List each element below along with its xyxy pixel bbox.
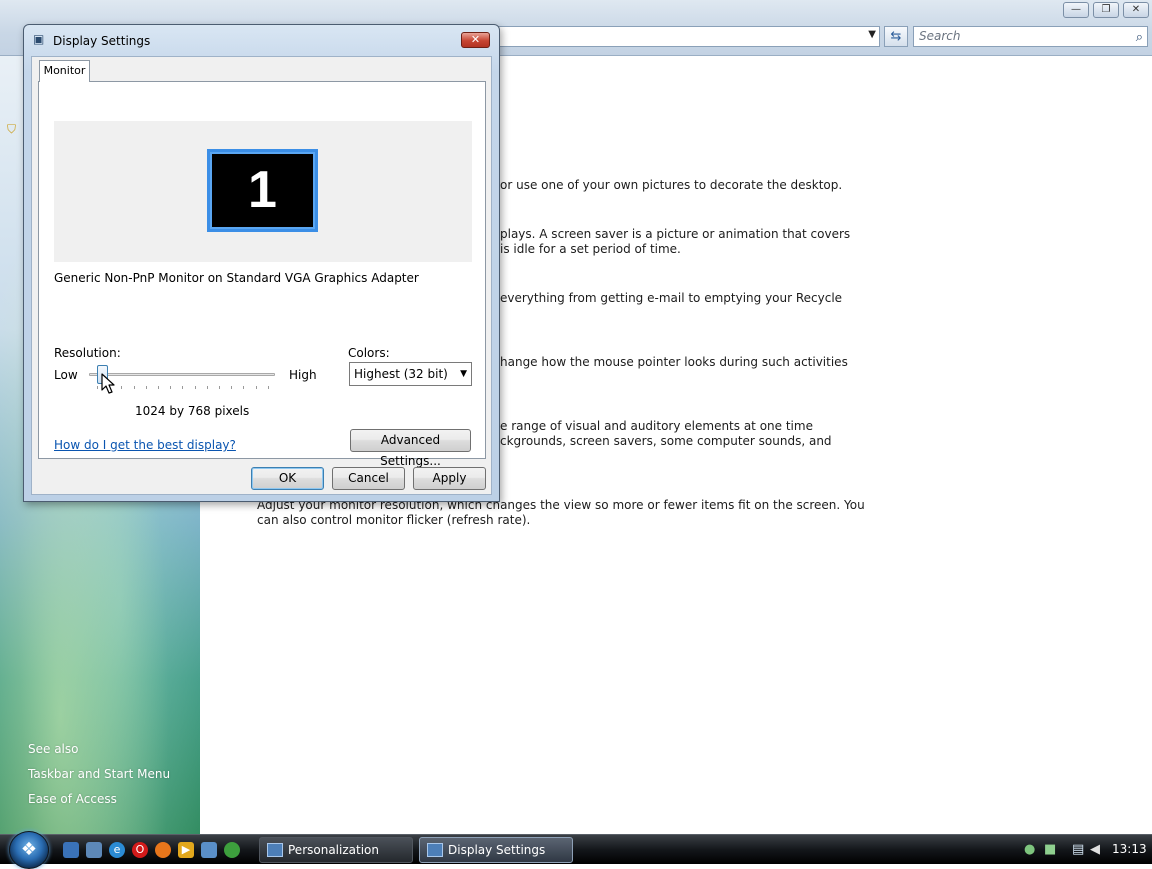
slider-tick <box>243 386 245 389</box>
show-desktop-icon[interactable] <box>63 842 79 858</box>
display-settings-icon: ▣ <box>33 32 45 46</box>
search-icon[interactable]: ⌕ <box>1136 28 1143 47</box>
chrome-icon[interactable] <box>224 842 240 858</box>
address-dropdown-icon[interactable]: ▼ <box>868 29 876 40</box>
maximize-button[interactable]: ❐ <box>1093 2 1119 18</box>
monitor-preview-area: 1 <box>54 121 472 262</box>
display-settings-icon <box>427 843 443 857</box>
chevron-down-icon: ▼ <box>460 369 467 379</box>
tab-monitor[interactable]: Monitor <box>39 60 90 82</box>
slider-tick <box>121 386 123 389</box>
ok-button[interactable]: OK <box>251 467 324 490</box>
media-player-icon[interactable]: ▶ <box>178 842 194 858</box>
switch-windows-icon[interactable] <box>86 842 102 858</box>
colors-selected-value: Highest (32 bit) <box>354 367 448 381</box>
search-input[interactable]: Search ⌕ <box>913 26 1148 47</box>
slider-tick <box>194 386 196 389</box>
resolution-value: 1024 by 768 pixels <box>135 404 250 418</box>
opera-icon[interactable]: O <box>132 842 148 858</box>
taskbar-item-label: Personalization <box>288 843 379 857</box>
firefox-icon[interactable] <box>155 842 171 858</box>
cancel-button[interactable]: Cancel <box>332 467 405 490</box>
windows-explorer-icon[interactable] <box>201 842 217 858</box>
slider-tick <box>255 386 257 389</box>
address-bar[interactable]: ▼ <box>490 26 880 47</box>
display-settings-dialog: ▣ Display Settings ✕ Monitor 1 Generic N… <box>23 24 500 502</box>
clock[interactable]: 13:13 <box>1112 842 1147 856</box>
uac-shield-icon: ⛉ <box>7 122 17 136</box>
search-placeholder: Search <box>919 29 961 43</box>
taskbar-item-personalization[interactable]: Personalization <box>259 837 413 863</box>
display-settings-description-2: can also control monitor flicker (refres… <box>257 513 531 527</box>
network-tray-icon[interactable]: ▤ <box>1072 842 1084 857</box>
refresh-icon[interactable]: ⇆ <box>884 26 908 47</box>
slider-tick <box>133 386 135 389</box>
slider-tick <box>145 386 147 389</box>
sidebar-link-ease-of-access[interactable]: Ease of Access <box>28 792 117 806</box>
volume-muted-icon[interactable]: ◀ <box>1090 842 1100 857</box>
taskbar: ❖ e O ▶ Personalization Display Settings… <box>0 831 1152 869</box>
advanced-settings-button[interactable]: Advanced Settings... <box>350 429 471 468</box>
monitor-name: Generic Non-PnP Monitor on Standard VGA … <box>54 271 419 285</box>
monitor-1-icon[interactable]: 1 <box>207 149 318 232</box>
mouse-pointers-description: hange how the mouse pointer looks during… <box>500 355 848 369</box>
slider-tick <box>219 386 220 389</box>
slider-tick <box>170 386 172 389</box>
screen-saver-description-2: is idle for a set period of time. <box>500 242 681 256</box>
mouse-pointer-icon <box>101 373 115 394</box>
taskbar-item-display-settings[interactable]: Display Settings <box>419 837 573 863</box>
slider-tick <box>158 386 159 389</box>
theme-description-2: ckgrounds, screen savers, some computer … <box>500 434 832 448</box>
minimize-button[interactable]: — <box>1063 2 1089 18</box>
internet-explorer-icon[interactable]: e <box>109 842 125 858</box>
personalization-icon <box>267 843 283 857</box>
desktop-background-description: or use one of your own pictures to decor… <box>500 178 843 192</box>
network-sharing-tray-icon[interactable]: ■ <box>1044 842 1056 857</box>
theme-description-1: e range of visual and auditory elements … <box>500 419 813 433</box>
slider-high-label: High <box>289 368 317 382</box>
dialog-close-button[interactable]: ✕ <box>461 32 490 48</box>
monitor-tab-panel: 1 Generic Non-PnP Monitor on Standard VG… <box>38 81 486 468</box>
taskbar-item-label: Display Settings <box>448 843 546 857</box>
slider-tick <box>267 386 269 389</box>
slider-tick <box>97 386 98 389</box>
dialog-title: Display Settings <box>53 34 151 48</box>
best-display-help-link[interactable]: How do I get the best display? <box>54 438 236 452</box>
resolution-label: Resolution: <box>54 346 121 360</box>
sounds-description: everything from getting e-mail to emptyi… <box>500 291 843 305</box>
see-also-heading: See also <box>28 742 79 756</box>
colors-label: Colors: <box>348 346 390 360</box>
slider-tick <box>182 386 184 389</box>
slider-low-label: Low <box>54 368 78 382</box>
colors-dropdown[interactable]: Highest (32 bit) ▼ <box>349 362 472 386</box>
monitor-number: 1 <box>212 154 313 227</box>
slider-tick <box>206 386 208 389</box>
sidebar-link-taskbar[interactable]: Taskbar and Start Menu <box>28 767 170 781</box>
apply-button[interactable]: Apply <box>413 467 486 490</box>
start-button[interactable]: ❖ <box>9 831 49 869</box>
users-tray-icon[interactable]: ● <box>1024 842 1035 857</box>
dialog-body: Monitor 1 Generic Non-PnP Monitor on Sta… <box>31 56 492 495</box>
screen-saver-description-1: plays. A screen saver is a picture or an… <box>500 227 851 241</box>
slider-tick <box>231 386 233 389</box>
close-button[interactable]: ✕ <box>1123 2 1149 18</box>
